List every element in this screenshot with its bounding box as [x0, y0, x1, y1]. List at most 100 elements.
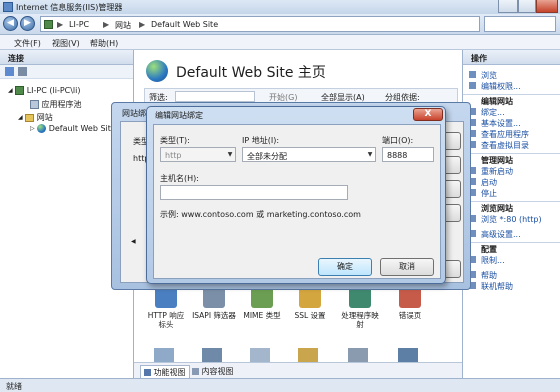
feature-mime-types[interactable]: MIME 类型 — [240, 286, 284, 320]
scroll-left-icon[interactable]: ◀ — [131, 238, 136, 245]
features-view-icon — [144, 369, 151, 376]
port-label: 端口(O): — [382, 136, 414, 145]
actions-panel: 操作 浏览 编辑权限... 编辑网站 绑定... 基本设置... 查看应用程序 查看虚拟目录… — [462, 50, 560, 378]
ip-address-select[interactable]: 全部未分配 ▼ — [242, 147, 376, 162]
action-link[interactable]: 查看应用程序 — [481, 129, 529, 140]
menu-help[interactable]: 帮助(H) — [90, 38, 118, 49]
menu-view[interactable]: 视图(V) — [52, 38, 80, 49]
action-link[interactable]: 启动 — [481, 177, 497, 188]
host-example-text: 示例: www.contoso.com 或 marketing.contoso.… — [160, 210, 361, 219]
tree-label: 网站 — [36, 113, 53, 122]
chevron-down-icon: ▼ — [227, 151, 233, 158]
tree-node-sites[interactable]: ◢ 网站 — [18, 112, 53, 123]
action-group-divider — [463, 201, 560, 202]
tree-label: Default Web Site — [48, 124, 116, 133]
dialog-body: 类型(T): http ▼ IP 地址(I): 全部未分配 ▼ 端口(O): 8… — [153, 124, 441, 279]
status-bar: 就绪 — [0, 378, 560, 392]
action-link[interactable]: 编辑权限... — [481, 81, 521, 92]
save-icon[interactable] — [18, 67, 27, 76]
expand-icon[interactable]: ▷ — [30, 125, 35, 132]
feature-icon[interactable] — [398, 348, 418, 362]
content-view-icon — [192, 368, 199, 375]
action-link[interactable]: 绑定... — [481, 107, 505, 118]
feature-label: 处理程序映射 — [341, 311, 379, 329]
feature-icon[interactable] — [202, 348, 222, 362]
feature-icon[interactable] — [250, 348, 270, 362]
breadcrumb-server[interactable]: LI-PC — [69, 20, 89, 29]
menu-file[interactable]: 文件(F) — [14, 38, 41, 49]
actions-header: 操作 — [463, 50, 560, 65]
tree-node-server[interactable]: ◢ LI-PC (li-PC\li) — [8, 86, 81, 95]
feature-http-headers[interactable]: HTTP 响应标头 — [144, 286, 188, 329]
collapse-icon[interactable]: ◢ — [18, 114, 23, 121]
chevron-down-icon: ▼ — [367, 151, 373, 158]
minimize-button[interactable] — [498, 0, 518, 13]
action-group-title: 浏览网站 — [481, 204, 513, 213]
edit-binding-dialog: 编辑网站绑定 X 类型(T): http ▼ IP 地址(I): 全部未分配 ▼… — [146, 106, 446, 284]
tree-node-app-pools[interactable]: 应用程序池 — [30, 99, 82, 110]
action-link[interactable]: 限制... — [481, 255, 505, 266]
collapse-icon[interactable]: ◢ — [8, 87, 13, 94]
view-tabs: 功能视图 内容视图 — [134, 362, 462, 380]
dialog-close-button[interactable]: X — [413, 108, 443, 121]
search-box[interactable] — [484, 16, 556, 32]
tree-label: LI-PC (li-PC\li) — [26, 86, 81, 95]
feature-ssl-settings[interactable]: SSL 设置 — [288, 286, 332, 320]
action-link[interactable]: 帮助 — [481, 270, 497, 281]
feature-icon[interactable] — [348, 348, 368, 362]
back-button[interactable]: ◀ — [3, 16, 18, 31]
globe-icon — [37, 124, 47, 133]
host-name-input[interactable] — [160, 185, 348, 200]
ok-button[interactable]: 确定 — [318, 258, 372, 276]
type-value: http — [165, 151, 182, 160]
title-bar: Internet 信息服务(IIS)管理器 — [0, 0, 560, 14]
action-group-title: 编辑网站 — [481, 97, 513, 106]
feature-label: HTTP 响应标头 — [147, 311, 185, 329]
type-select[interactable]: http ▼ — [160, 147, 236, 162]
breadcrumb-sites[interactable]: 网站 — [115, 20, 131, 31]
feature-label: SSL 设置 — [294, 311, 326, 320]
cancel-button[interactable]: 取消 — [380, 258, 434, 276]
tree-label: 应用程序池 — [41, 100, 82, 109]
action-group-divider — [463, 153, 560, 154]
action-link[interactable]: 查看虚拟目录 — [481, 140, 529, 151]
feature-icon[interactable] — [154, 348, 174, 362]
connections-toolbar — [0, 65, 133, 79]
app-pool-icon — [30, 100, 39, 109]
connections-header: 连接 — [0, 50, 133, 65]
tab-content-view[interactable]: 内容视图 — [192, 366, 234, 377]
tree-node-default-site[interactable]: ▷ Default Web Site — [30, 124, 116, 133]
action-link[interactable]: 停止 — [481, 188, 497, 199]
port-value: 8888 — [387, 151, 408, 160]
feature-handler-mappings[interactable]: 处理程序映射 — [338, 286, 382, 329]
action-link[interactable]: 浏览 — [481, 70, 497, 81]
ip-value: 全部未分配 — [247, 152, 287, 161]
feature-label: 错误页 — [398, 311, 422, 320]
feature-label: ISAPI 筛选器 — [192, 311, 236, 320]
status-text: 就绪 — [6, 382, 22, 391]
action-link[interactable]: 高级设置... — [481, 229, 521, 240]
action-link[interactable]: 重新启动 — [481, 166, 513, 177]
address-bar: ◀ ▶ ▶ LI-PC ▶ 网站 ▶ Default Web Site — [0, 14, 560, 35]
breadcrumb-sep: ▶ — [139, 20, 146, 29]
tab-label: 功能视图 — [153, 368, 186, 377]
breadcrumb-sep: ▶ — [103, 20, 110, 29]
feature-icon[interactable] — [298, 348, 318, 362]
tab-label: 内容视图 — [201, 367, 234, 376]
feature-error-pages[interactable]: 错误页 — [388, 286, 432, 320]
window-title: Internet 信息服务(IIS)管理器 — [16, 3, 123, 12]
action-link[interactable]: 浏览 *:80 (http) — [481, 214, 542, 225]
action-link[interactable]: 联机帮助 — [481, 281, 513, 292]
address-box[interactable]: ▶ LI-PC ▶ 网站 ▶ Default Web Site — [40, 16, 480, 32]
port-input[interactable]: 8888 — [382, 147, 434, 162]
action-icon — [469, 82, 476, 89]
maximize-button[interactable] — [518, 0, 536, 13]
forward-button[interactable]: ▶ — [20, 16, 35, 31]
filter-input[interactable] — [175, 91, 255, 102]
connect-icon[interactable] — [5, 67, 14, 76]
action-link[interactable]: 基本设置... — [481, 118, 521, 129]
close-button[interactable] — [536, 0, 558, 13]
feature-isapi-filters[interactable]: ISAPI 筛选器 — [192, 286, 236, 320]
breadcrumb-site[interactable]: Default Web Site — [151, 20, 218, 29]
action-group-title: 配置 — [481, 245, 497, 254]
